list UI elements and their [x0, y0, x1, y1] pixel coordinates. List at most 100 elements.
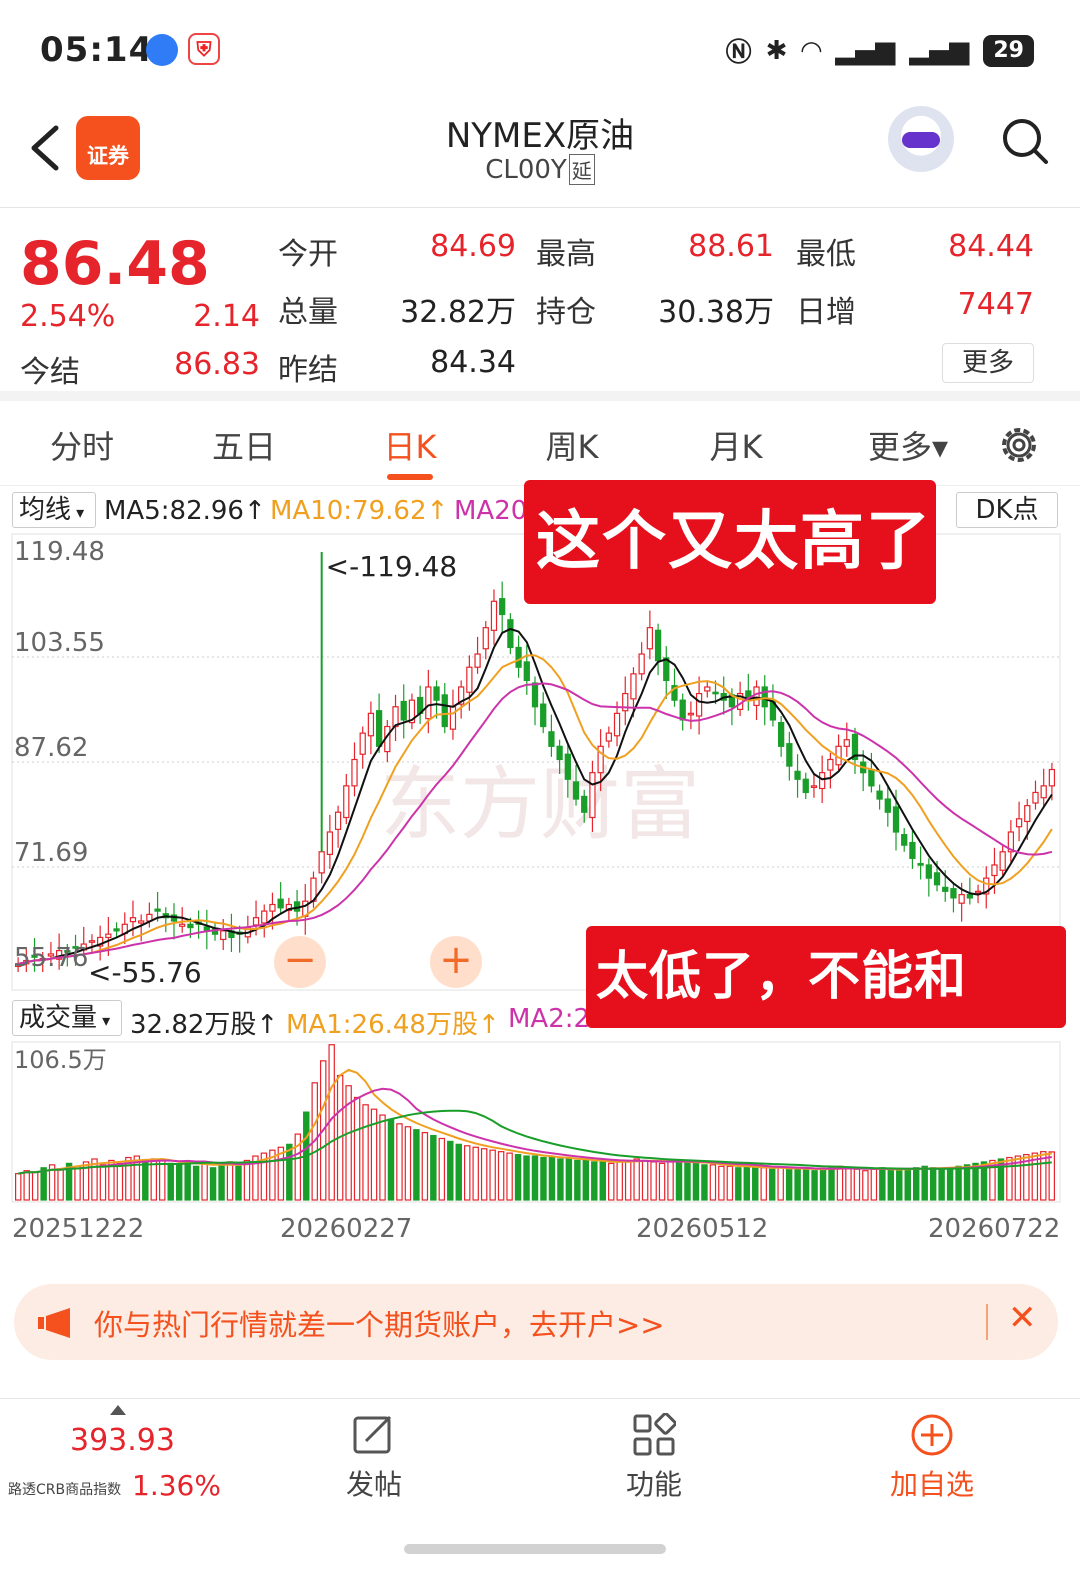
min-price-label: <-55.76 [88, 956, 202, 989]
volume-selector[interactable]: 成交量 ▾ [12, 1000, 122, 1036]
function-button[interactable]: 功能 [594, 1413, 714, 1503]
candle [605, 732, 612, 742]
volume-bar [31, 1171, 39, 1201]
candle [548, 731, 555, 747]
ma10-value: MA10:79.62↑ [270, 496, 449, 526]
volume-bar [582, 1159, 590, 1201]
candle [942, 886, 949, 892]
watermark: 东方财富 [380, 758, 700, 851]
volume-bar [709, 1164, 717, 1201]
volume-bar [726, 1165, 734, 1201]
volume-bar [497, 1151, 505, 1201]
post-label: 发帖 [345, 1468, 402, 1501]
message-app-icon [146, 34, 178, 66]
period-tabs: 分时 五日 日K 周K 月K 更多▾ [0, 404, 1080, 486]
candle [326, 831, 334, 856]
candle [400, 700, 407, 721]
volume-bar [574, 1159, 581, 1201]
post-button[interactable]: 发帖 [314, 1413, 434, 1503]
volume-bar [472, 1146, 479, 1201]
volume-bar [938, 1168, 945, 1201]
volume-bar [811, 1170, 818, 1201]
dk-point-button[interactable]: DK点 [956, 492, 1058, 528]
volume-bar [142, 1161, 149, 1201]
add-watchlist-label: 加自选 [889, 1468, 974, 1501]
candle [884, 798, 891, 813]
volume-bar [870, 1168, 878, 1201]
prev-settle-label: 昨结 [278, 353, 338, 388]
volume-bar [413, 1129, 420, 1201]
index-value[interactable]: 393.93 [70, 1423, 175, 1458]
candle [154, 908, 161, 912]
volume-bar [1048, 1151, 1055, 1201]
volume-bar [760, 1167, 767, 1201]
candle [482, 627, 489, 650]
x-tick-label: 20251222 [12, 1214, 145, 1244]
date-axis: 20251222 20260227 20260512 20260722 [0, 1214, 1080, 1264]
volume-bar [531, 1155, 539, 1201]
candle [540, 703, 547, 728]
candle [991, 864, 998, 877]
volume-bar [430, 1134, 437, 1201]
add-watchlist-button[interactable]: 加自选 [872, 1413, 992, 1503]
status-indicators: Ⓝ ✱ ◠ ▂▄▆ ▂▄▆ 29 [726, 32, 1034, 69]
banner-text[interactable]: 你与热门行情就差一个期货账户，去开户>> [94, 1302, 665, 1344]
open-account-banner[interactable]: 你与热门行情就差一个期货账户，去开户>> ✕ [14, 1284, 1058, 1360]
candle [950, 888, 957, 899]
daily-increase-label: 日增 [796, 295, 856, 330]
tab-weekly-k[interactable]: 周K [512, 422, 632, 468]
low-label: 最低 [796, 237, 856, 272]
volume-bar [438, 1137, 446, 1201]
candle [220, 930, 227, 941]
candle [179, 923, 186, 927]
y-tick-label: 55.76 [14, 943, 88, 973]
callout-too-high: 这个又太高了 [524, 480, 936, 604]
volume-bar [175, 1164, 183, 1201]
candle [113, 928, 120, 932]
nfc-icon: Ⓝ [725, 38, 752, 68]
volume-bar [23, 1170, 30, 1201]
tab-five-day[interactable]: 五日 [184, 422, 304, 468]
more-quote-button[interactable]: 更多 [942, 343, 1034, 383]
index-name[interactable]: 路透CRB商品指数 [8, 1479, 121, 1499]
index-change[interactable]: 1.36% [132, 1469, 221, 1502]
volume-bar [286, 1143, 293, 1201]
volume-bar [616, 1161, 623, 1201]
volume-bar [184, 1161, 191, 1201]
volume-bar [963, 1164, 971, 1201]
volume-bar [658, 1162, 666, 1201]
candle [966, 894, 973, 899]
delay-tag: 延 [568, 154, 595, 185]
signal-icon-2: ▂▄▆ [909, 35, 970, 66]
candle [999, 851, 1006, 871]
candle [334, 811, 342, 830]
volume-bar [201, 1162, 208, 1201]
candle [351, 758, 358, 787]
tab-more[interactable]: 更多▾ [846, 422, 970, 468]
candle [1032, 791, 1039, 804]
volume-bar [235, 1165, 242, 1201]
volume-bar [718, 1165, 725, 1201]
search-icon[interactable] [1000, 116, 1050, 166]
volume-bar [421, 1132, 429, 1201]
candle [654, 629, 662, 662]
daily-increase-value: 7447 [957, 287, 1034, 322]
zoom-in-button[interactable]: + [430, 936, 482, 988]
assistant-robot-icon[interactable] [888, 106, 954, 172]
close-icon[interactable]: ✕ [1008, 1298, 1037, 1338]
volume-bar [862, 1170, 869, 1201]
candle [252, 917, 260, 926]
ma-selector[interactable]: 均线 ▾ [12, 492, 96, 528]
volume-bar [836, 1165, 844, 1201]
tab-monthly-k[interactable]: 月K [676, 422, 796, 468]
volume-bar [896, 1170, 903, 1201]
tab-intraday[interactable]: 分时 [22, 422, 142, 468]
candle [138, 920, 145, 924]
zoom-out-button[interactable]: − [274, 936, 326, 988]
x-tick-label: 20260227 [280, 1214, 413, 1244]
tab-daily-k[interactable]: 日K [350, 422, 470, 468]
gear-icon[interactable] [996, 422, 1042, 468]
volume-bar [243, 1159, 251, 1201]
candle [843, 739, 850, 747]
ma20-value: MA20 [454, 496, 528, 526]
